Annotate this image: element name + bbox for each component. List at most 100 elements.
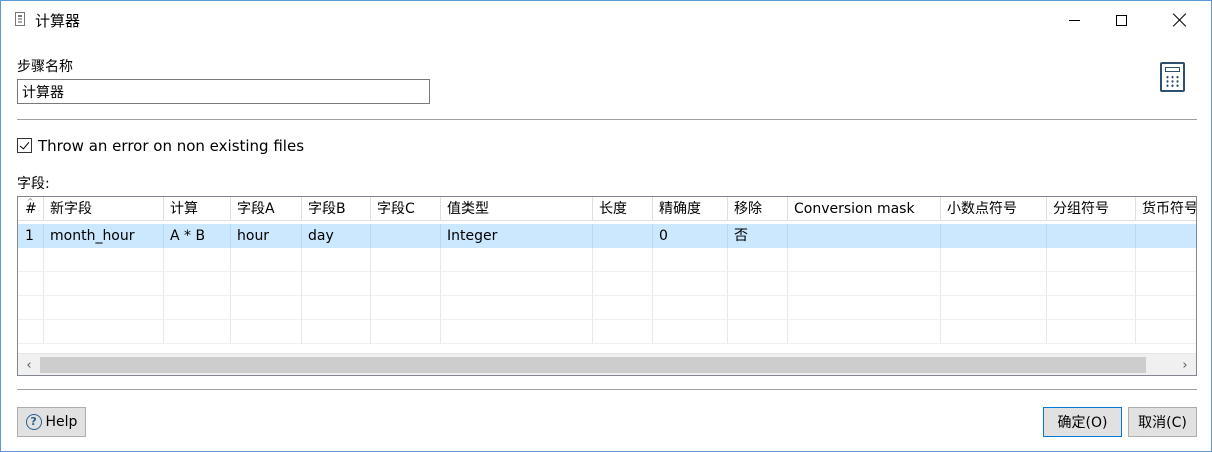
minimize-button[interactable] — [1051, 1, 1097, 39]
table-cell[interactable] — [44, 296, 164, 320]
table-cell[interactable] — [441, 320, 593, 344]
table-cell[interactable] — [371, 224, 441, 248]
column-header[interactable]: 字段C — [371, 197, 441, 221]
table-cell[interactable]: Integer — [441, 224, 593, 248]
table-cell[interactable] — [302, 272, 371, 296]
table-cell[interactable] — [788, 248, 941, 272]
table-cell[interactable] — [1047, 248, 1136, 272]
table-cell[interactable] — [788, 272, 941, 296]
table-cell[interactable]: 0 — [653, 224, 728, 248]
table-cell[interactable] — [941, 296, 1047, 320]
empty-row[interactable] — [18, 248, 1196, 272]
table-cell[interactable] — [593, 320, 653, 344]
scroll-right-icon[interactable]: › — [1174, 354, 1196, 375]
table-cell[interactable] — [593, 248, 653, 272]
empty-row[interactable] — [18, 320, 1196, 344]
table-cell[interactable]: 否 — [728, 224, 788, 248]
table-cell[interactable] — [728, 272, 788, 296]
table-cell[interactable] — [941, 224, 1047, 248]
table-cell[interactable]: month_hour — [44, 224, 164, 248]
table-cell[interactable] — [371, 272, 441, 296]
table-cell[interactable]: 1 — [18, 224, 44, 248]
throw-error-checkbox[interactable] — [17, 138, 32, 153]
table-cell[interactable] — [653, 272, 728, 296]
column-header[interactable]: 新字段 — [44, 197, 164, 221]
column-header[interactable]: 长度 — [593, 197, 653, 221]
table-cell[interactable] — [1047, 224, 1136, 248]
table-cell[interactable] — [441, 296, 593, 320]
table-cell[interactable] — [18, 248, 44, 272]
table-cell[interactable]: A * B — [164, 224, 231, 248]
table-cell[interactable] — [18, 296, 44, 320]
throw-error-label[interactable]: Throw an error on non existing files — [38, 137, 304, 155]
column-header[interactable]: 货币符号 — [1136, 197, 1196, 221]
table-row[interactable]: 1 month_hour A * B hour day Integer 0 否 — [18, 224, 1196, 248]
column-header[interactable]: 字段A — [231, 197, 302, 221]
fields-table[interactable]: ^ # 新字段 计算 字段A 字段B 字段C 值类型 长度 精确度 移除 Conv… — [17, 196, 1197, 376]
table-cell[interactable] — [18, 272, 44, 296]
table-cell[interactable] — [441, 272, 593, 296]
column-header[interactable]: Conversion mask — [788, 197, 941, 221]
table-cell[interactable] — [1136, 296, 1196, 320]
table-cell[interactable] — [593, 272, 653, 296]
table-cell[interactable] — [941, 272, 1047, 296]
table-cell[interactable] — [653, 248, 728, 272]
horizontal-scrollbar[interactable]: ‹ › — [18, 353, 1196, 375]
table-cell[interactable] — [1136, 272, 1196, 296]
table-cell[interactable] — [1136, 320, 1196, 344]
table-cell[interactable] — [593, 296, 653, 320]
column-header[interactable]: ^ # — [18, 197, 44, 221]
scroll-thumb[interactable] — [40, 357, 1146, 373]
table-cell[interactable] — [164, 320, 231, 344]
column-header[interactable]: 计算 — [164, 197, 231, 221]
table-cell[interactable] — [941, 320, 1047, 344]
table-cell[interactable] — [302, 296, 371, 320]
table-cell[interactable] — [18, 320, 44, 344]
table-cell[interactable] — [728, 320, 788, 344]
table-cell[interactable] — [231, 320, 302, 344]
step-name-input[interactable] — [17, 79, 430, 104]
help-button[interactable]: ? Help — [17, 407, 86, 437]
table-cell[interactable] — [231, 248, 302, 272]
table-cell[interactable] — [1047, 320, 1136, 344]
table-cell[interactable] — [788, 296, 941, 320]
table-cell[interactable] — [44, 272, 164, 296]
table-cell[interactable] — [1047, 296, 1136, 320]
table-cell[interactable] — [653, 296, 728, 320]
table-cell[interactable] — [231, 272, 302, 296]
table-cell[interactable] — [1136, 248, 1196, 272]
table-cell[interactable] — [788, 224, 941, 248]
table-cell[interactable]: day — [302, 224, 371, 248]
ok-button[interactable]: 确定(O) — [1043, 407, 1122, 437]
table-cell[interactable] — [44, 248, 164, 272]
table-cell[interactable] — [788, 320, 941, 344]
table-cell[interactable] — [728, 248, 788, 272]
table-cell[interactable] — [371, 320, 441, 344]
table-cell[interactable] — [441, 248, 593, 272]
column-header[interactable]: 小数点符号 — [941, 197, 1047, 221]
empty-row[interactable] — [18, 272, 1196, 296]
maximize-button[interactable] — [1098, 1, 1144, 39]
table-cell[interactable] — [728, 296, 788, 320]
table-cell[interactable]: hour — [231, 224, 302, 248]
close-button[interactable] — [1157, 1, 1203, 39]
table-cell[interactable] — [371, 296, 441, 320]
column-header[interactable]: 精确度 — [653, 197, 728, 221]
table-cell[interactable] — [941, 248, 1047, 272]
scroll-left-icon[interactable]: ‹ — [18, 354, 40, 375]
table-cell[interactable] — [164, 272, 231, 296]
table-cell[interactable] — [593, 224, 653, 248]
table-cell[interactable] — [44, 320, 164, 344]
column-header[interactable]: 值类型 — [441, 197, 593, 221]
table-cell[interactable] — [164, 296, 231, 320]
table-cell[interactable] — [653, 320, 728, 344]
table-cell[interactable] — [371, 248, 441, 272]
column-header[interactable]: 字段B — [302, 197, 371, 221]
column-header[interactable]: 移除 — [728, 197, 788, 221]
table-cell[interactable] — [1047, 272, 1136, 296]
table-cell[interactable] — [164, 248, 231, 272]
table-cell[interactable] — [1136, 224, 1196, 248]
table-cell[interactable] — [302, 248, 371, 272]
empty-row[interactable] — [18, 296, 1196, 320]
table-cell[interactable] — [231, 296, 302, 320]
